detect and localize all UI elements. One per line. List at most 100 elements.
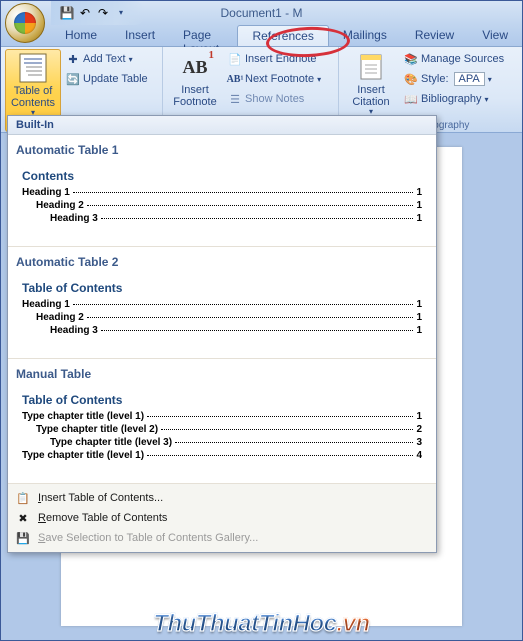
row-leader	[161, 429, 413, 430]
titlebar: 💾 ↶ ↷ ▾ Document1 - M	[1, 1, 522, 25]
row-leader	[101, 330, 414, 331]
show-notes-button[interactable]: ☰ Show Notes	[225, 89, 324, 109]
row-page: 1	[416, 299, 422, 310]
row-leader	[73, 304, 414, 305]
insert-toc-icon: 📋	[16, 491, 30, 505]
preview-row: Heading 1 1	[22, 187, 422, 198]
row-label: Heading 1	[22, 187, 70, 198]
tab-pagelayout[interactable]: Page Layout	[169, 25, 237, 46]
row-label: Type chapter title (level 1)	[22, 411, 144, 422]
save-icon[interactable]: 💾	[59, 5, 75, 21]
next-footnote-label: Next Footnote	[245, 73, 314, 85]
insert-footnote-label: Insert Footnote	[167, 84, 223, 108]
show-notes-icon: ☰	[228, 92, 242, 106]
bibliography-icon: 📖	[404, 92, 418, 106]
update-table-icon: 🔄	[66, 72, 80, 86]
style-value[interactable]: APA	[454, 72, 485, 86]
row-label: Heading 1	[22, 299, 70, 310]
citation-icon	[355, 51, 387, 83]
tab-references[interactable]: References	[237, 25, 328, 46]
remove-toc-icon: ✖	[16, 511, 30, 525]
save-gallery-icon: 💾	[16, 531, 30, 545]
row-label: Heading 3	[50, 213, 98, 224]
undo-icon[interactable]: ↶	[77, 5, 93, 21]
row-page: 1	[416, 312, 422, 323]
row-leader	[101, 218, 414, 219]
toc-gallery: Automatic Table 1ContentsHeading 11Headi…	[8, 135, 436, 484]
row-page: 3	[416, 437, 422, 448]
row-leader	[87, 205, 414, 206]
tab-mailings[interactable]: Mailings	[329, 25, 401, 46]
preview-row: Type chapter title (level 3)3	[22, 437, 422, 448]
preset-name: Automatic Table 1	[8, 139, 436, 165]
toc-icon	[17, 52, 49, 84]
row-page: 1	[416, 187, 422, 198]
tab-review[interactable]: Review	[401, 25, 468, 46]
preview-heading: Contents	[22, 169, 422, 183]
preview-row: Type chapter title (level 1) 4	[22, 450, 422, 461]
row-label: Heading 2	[36, 312, 84, 323]
preview-row: Type chapter title (level 2) 2	[22, 424, 422, 435]
footnote-icon: AB1	[179, 51, 211, 83]
row-leader	[147, 416, 413, 417]
preset-name: Automatic Table 2	[8, 251, 436, 277]
row-leader	[73, 192, 414, 193]
row-leader	[87, 317, 414, 318]
row-label: Type chapter title (level 1)	[22, 450, 144, 461]
row-page: 1	[416, 200, 422, 211]
action-label: Save Selection to Table of Contents Gall…	[38, 532, 258, 544]
office-button[interactable]	[5, 3, 45, 43]
insert-citation-label: Insert Citation▾	[343, 84, 399, 117]
row-page: 1	[416, 411, 422, 422]
preview-row: Heading 1 1	[22, 299, 422, 310]
preset-preview: Table of ContentsHeading 11Heading 21Hea…	[16, 277, 428, 342]
bibliography-button[interactable]: 📖 Bibliography ▾	[401, 89, 507, 109]
add-text-icon: ✚	[66, 52, 80, 66]
preview-row: Heading 21	[22, 200, 422, 211]
toc-section-header: Built-In	[8, 116, 436, 135]
next-footnote-button[interactable]: AB¹ Next Footnote ▾	[225, 69, 324, 89]
toc-dropdown: Built-In Automatic Table 1 Contents Headin…	[7, 115, 437, 553]
row-page: 1	[416, 325, 422, 336]
preview-row: Heading 3 1	[22, 213, 422, 224]
show-notes-label: Show Notes	[245, 93, 304, 105]
redo-icon[interactable]: ↷	[95, 5, 111, 21]
row-page: 4	[416, 450, 422, 461]
toc-preset-1[interactable]: Automatic Table 2 Table of Contents Headin…	[8, 247, 436, 359]
tab-view[interactable]: View	[468, 25, 522, 46]
quick-access-toolbar: 💾 ↶ ↷ ▾	[51, 1, 145, 25]
toc-preset-0[interactable]: Automatic Table 1ContentsHeading 11Headi…	[8, 135, 436, 247]
tab-home[interactable]: Home	[51, 25, 111, 46]
tab-insert[interactable]: Insert	[111, 25, 169, 46]
row-label: Heading 3	[50, 325, 98, 336]
row-label: Type chapter title (level 2)	[36, 424, 158, 435]
manage-sources-label: Manage Sources	[421, 53, 504, 65]
endnote-icon: 📄	[228, 52, 242, 66]
update-table-button[interactable]: 🔄 Update Table	[63, 69, 151, 89]
preset-name: Manual Table	[8, 363, 436, 389]
insert-endnote-label: Insert Endnote	[245, 53, 317, 65]
style-selector[interactable]: 🎨 Style: APA ▾	[401, 69, 507, 89]
style-icon: 🎨	[404, 72, 418, 86]
word-window: 💾 ↶ ↷ ▾ Document1 - M Home Insert Page L…	[0, 0, 523, 641]
action-label: Remove Table of Contents	[38, 512, 167, 524]
insert-endnote-button[interactable]: 📄 Insert Endnote	[225, 49, 324, 69]
row-page: 1	[416, 213, 422, 224]
add-text-label: Add Text	[83, 53, 126, 65]
preview-row: Heading 3 1	[22, 325, 422, 336]
toc-preset-2[interactable]: Manual TableTable of ContentsType chapte…	[8, 359, 436, 484]
next-footnote-icon: AB¹	[228, 72, 242, 86]
toc-actions: 📋 Insert Table of Contents... ✖ Remove Tabl…	[8, 484, 436, 552]
bibliography-label: Bibliography	[421, 93, 482, 105]
add-text-button[interactable]: ✚ Add Text ▾	[63, 49, 151, 69]
preset-preview: Table of ContentsType chapter title (lev…	[16, 389, 428, 467]
manage-sources-button[interactable]: 📚 Manage Sources	[401, 49, 507, 69]
action-remove-toc[interactable]: ✖ Remove Table of Contents	[8, 508, 436, 528]
action-insert-toc[interactable]: 📋 Insert Table of Contents...	[8, 488, 436, 508]
style-label: Style:	[421, 73, 449, 85]
action-label: Insert Table of Contents...	[38, 492, 163, 504]
row-leader	[175, 442, 413, 443]
preview-heading: Table of Contents	[22, 281, 422, 295]
row-page: 2	[416, 424, 422, 435]
qat-customize-icon[interactable]: ▾	[113, 5, 129, 21]
